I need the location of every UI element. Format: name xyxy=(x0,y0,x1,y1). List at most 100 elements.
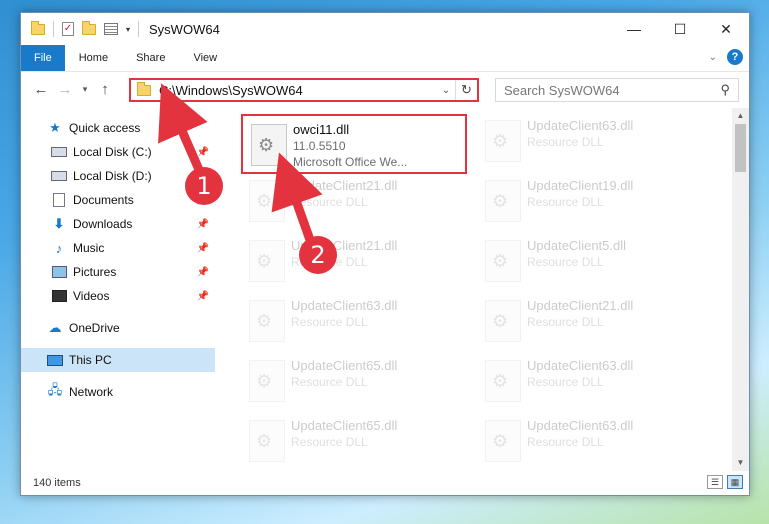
file-name: UpdateClient63.dll xyxy=(527,418,634,433)
maximize-button[interactable]: ☐ xyxy=(657,13,703,45)
sidebar-item-downloads[interactable]: ⬇ Downloads 📌 xyxy=(21,212,215,236)
dll-file-icon xyxy=(485,180,521,222)
quick-access-toolbar: ✓ ▾ xyxy=(21,20,140,37)
video-icon xyxy=(51,289,67,303)
file-tile[interactable]: UpdateClient63.dll Resource DLL xyxy=(241,292,467,352)
ribbon-tabs: File Home Share View ⌄ ? xyxy=(21,45,749,71)
file-tile[interactable]: UpdateClient63.dll Resource DLL xyxy=(477,352,703,412)
pin-icon: 📌 xyxy=(196,266,209,278)
sidebar-item-onedrive[interactable]: ☁ OneDrive xyxy=(21,316,215,340)
search-placeholder: Search SysWOW64 xyxy=(504,82,620,98)
sidebar-item-videos[interactable]: Videos 📌 xyxy=(21,284,215,308)
status-bar: 140 items ☰ ▦ xyxy=(21,471,749,495)
close-button[interactable]: ✕ xyxy=(703,13,749,45)
drive-icon xyxy=(51,145,67,159)
file-name: UpdateClient5.dll xyxy=(527,238,627,253)
file-name: UpdateClient21.dll xyxy=(527,298,634,313)
sidebar-item-this-pc[interactable]: This PC xyxy=(21,348,215,372)
dll-file-icon xyxy=(249,420,285,462)
item-count: 140 items xyxy=(33,477,81,489)
divider xyxy=(138,21,140,37)
forward-button[interactable]: → xyxy=(53,81,77,98)
tiles-view-icon[interactable]: ▦ xyxy=(727,475,743,489)
file-version: 11.0.5510 xyxy=(293,139,346,153)
refresh-button[interactable]: ↻ xyxy=(455,80,477,100)
address-bar[interactable]: C:\Windows\SysWOW64 ⌄ ↻ xyxy=(129,78,479,102)
dll-file-icon xyxy=(249,300,285,342)
file-tile-owci11[interactable]: owci11.dll 11.0.5510 Microsoft Office We… xyxy=(241,114,467,174)
address-dropdown-icon[interactable]: ⌄ xyxy=(437,85,455,96)
file-tile[interactable]: UpdateClient63.dll Resource DLL xyxy=(477,112,703,172)
minimize-button[interactable]: — xyxy=(611,13,657,45)
network-icon: 🖧 xyxy=(47,382,63,397)
window-title: SysWOW64 xyxy=(149,21,220,37)
cloud-icon: ☁ xyxy=(48,320,62,335)
sidebar-item-label: Downloads xyxy=(73,217,133,231)
file-tile[interactable]: UpdateClient19.dll Resource DLL xyxy=(477,172,703,232)
music-icon: ♪ xyxy=(55,240,63,256)
sidebar-item-local-disk-c[interactable]: Local Disk (C:) 📌 xyxy=(21,140,215,164)
pin-icon: 📌 xyxy=(196,242,209,254)
divider xyxy=(53,21,54,37)
file-explorer-window: ✓ ▾ SysWOW64 — ☐ ✕ File Home Share View … xyxy=(20,12,750,496)
tab-file[interactable]: File xyxy=(21,45,65,71)
folder-icon xyxy=(31,20,45,35)
file-name: UpdateClient21.dll xyxy=(291,178,398,193)
new-folder-icon[interactable] xyxy=(82,20,96,35)
help-icon[interactable]: ? xyxy=(727,49,743,65)
scroll-up-icon[interactable]: ▲ xyxy=(732,108,749,124)
sidebar-item-music[interactable]: ♪ Music 📌 xyxy=(21,236,215,260)
dll-file-icon xyxy=(485,300,521,342)
file-tile[interactable]: UpdateClient21.dllResource DLL xyxy=(241,232,467,292)
file-name: UpdateClient65.dll xyxy=(291,418,398,433)
sidebar-item-label: Network xyxy=(69,385,114,399)
tab-view[interactable]: View xyxy=(179,45,231,71)
sidebar-item-label: Videos xyxy=(73,289,110,303)
sidebar-item-label: Pictures xyxy=(73,265,117,279)
back-button[interactable]: ← xyxy=(29,81,53,98)
up-button[interactable]: ↑ xyxy=(93,81,117,98)
document-icon xyxy=(51,193,67,207)
step-1-badge: 1 xyxy=(185,167,223,205)
vertical-scrollbar[interactable]: ▲ ▼ xyxy=(732,108,749,471)
dll-file-icon xyxy=(485,420,521,462)
folder-icon xyxy=(137,81,151,96)
scrollbar-thumb[interactable] xyxy=(735,124,746,172)
properties-icon[interactable] xyxy=(104,23,118,35)
pin-icon: 📌 xyxy=(196,146,209,158)
file-type: Resource DLL xyxy=(527,435,604,449)
sidebar-item-network[interactable]: 🖧 Network xyxy=(21,380,215,404)
file-tile[interactable]: UpdateClient65.dll Resource DLL xyxy=(241,412,467,471)
navigation-bar: ← → ▾ ↑ C:\Windows\SysWOW64 ⌄ ↻ Search S… xyxy=(21,71,749,107)
dll-file-icon xyxy=(485,120,521,162)
file-type: Resource DLL xyxy=(527,315,604,329)
scroll-down-icon[interactable]: ▼ xyxy=(732,455,749,471)
dll-file-icon xyxy=(485,240,521,282)
file-type: Resource DLL xyxy=(527,255,604,269)
navigation-pane: ★ Quick access Local Disk (C:) 📌 Local D… xyxy=(21,108,215,471)
file-name: UpdateClient19.dll xyxy=(527,178,634,193)
file-tile[interactable]: UpdateClient5.dll Resource DLL xyxy=(477,232,703,292)
dll-file-icon xyxy=(249,240,285,282)
pictures-icon xyxy=(51,265,67,279)
recent-locations-button[interactable]: ▾ xyxy=(77,84,93,95)
file-tile[interactable]: UpdateClient63.dll Resource DLL xyxy=(477,412,703,471)
tab-share[interactable]: Share xyxy=(122,45,179,71)
address-path[interactable]: C:\Windows\SysWOW64 xyxy=(159,83,437,98)
file-name: UpdateClient65.dll xyxy=(291,358,398,373)
details-view-icon[interactable]: ☰ xyxy=(707,475,723,489)
file-type: Resource DLL xyxy=(291,375,368,389)
search-input[interactable]: Search SysWOW64 ⚲ xyxy=(495,78,739,102)
file-name: UpdateClient63.dll xyxy=(291,298,398,313)
properties-check-icon[interactable]: ✓ xyxy=(62,22,74,36)
sidebar-item-quick-access[interactable]: ★ Quick access xyxy=(21,116,215,140)
file-tile[interactable]: UpdateClient65.dll Resource DLL xyxy=(241,352,467,412)
file-tile[interactable]: UpdateClient21.dll Resource DLL xyxy=(477,292,703,352)
chevron-down-icon[interactable]: ▾ xyxy=(126,25,130,34)
file-tile[interactable]: UpdateClient21.dllResource DLL xyxy=(241,172,467,232)
pin-icon: 📌 xyxy=(196,218,209,230)
download-icon: ⬇ xyxy=(53,216,65,231)
sidebar-item-pictures[interactable]: Pictures 📌 xyxy=(21,260,215,284)
tab-home[interactable]: Home xyxy=(65,45,122,71)
expand-ribbon-icon[interactable]: ⌄ xyxy=(709,52,717,63)
